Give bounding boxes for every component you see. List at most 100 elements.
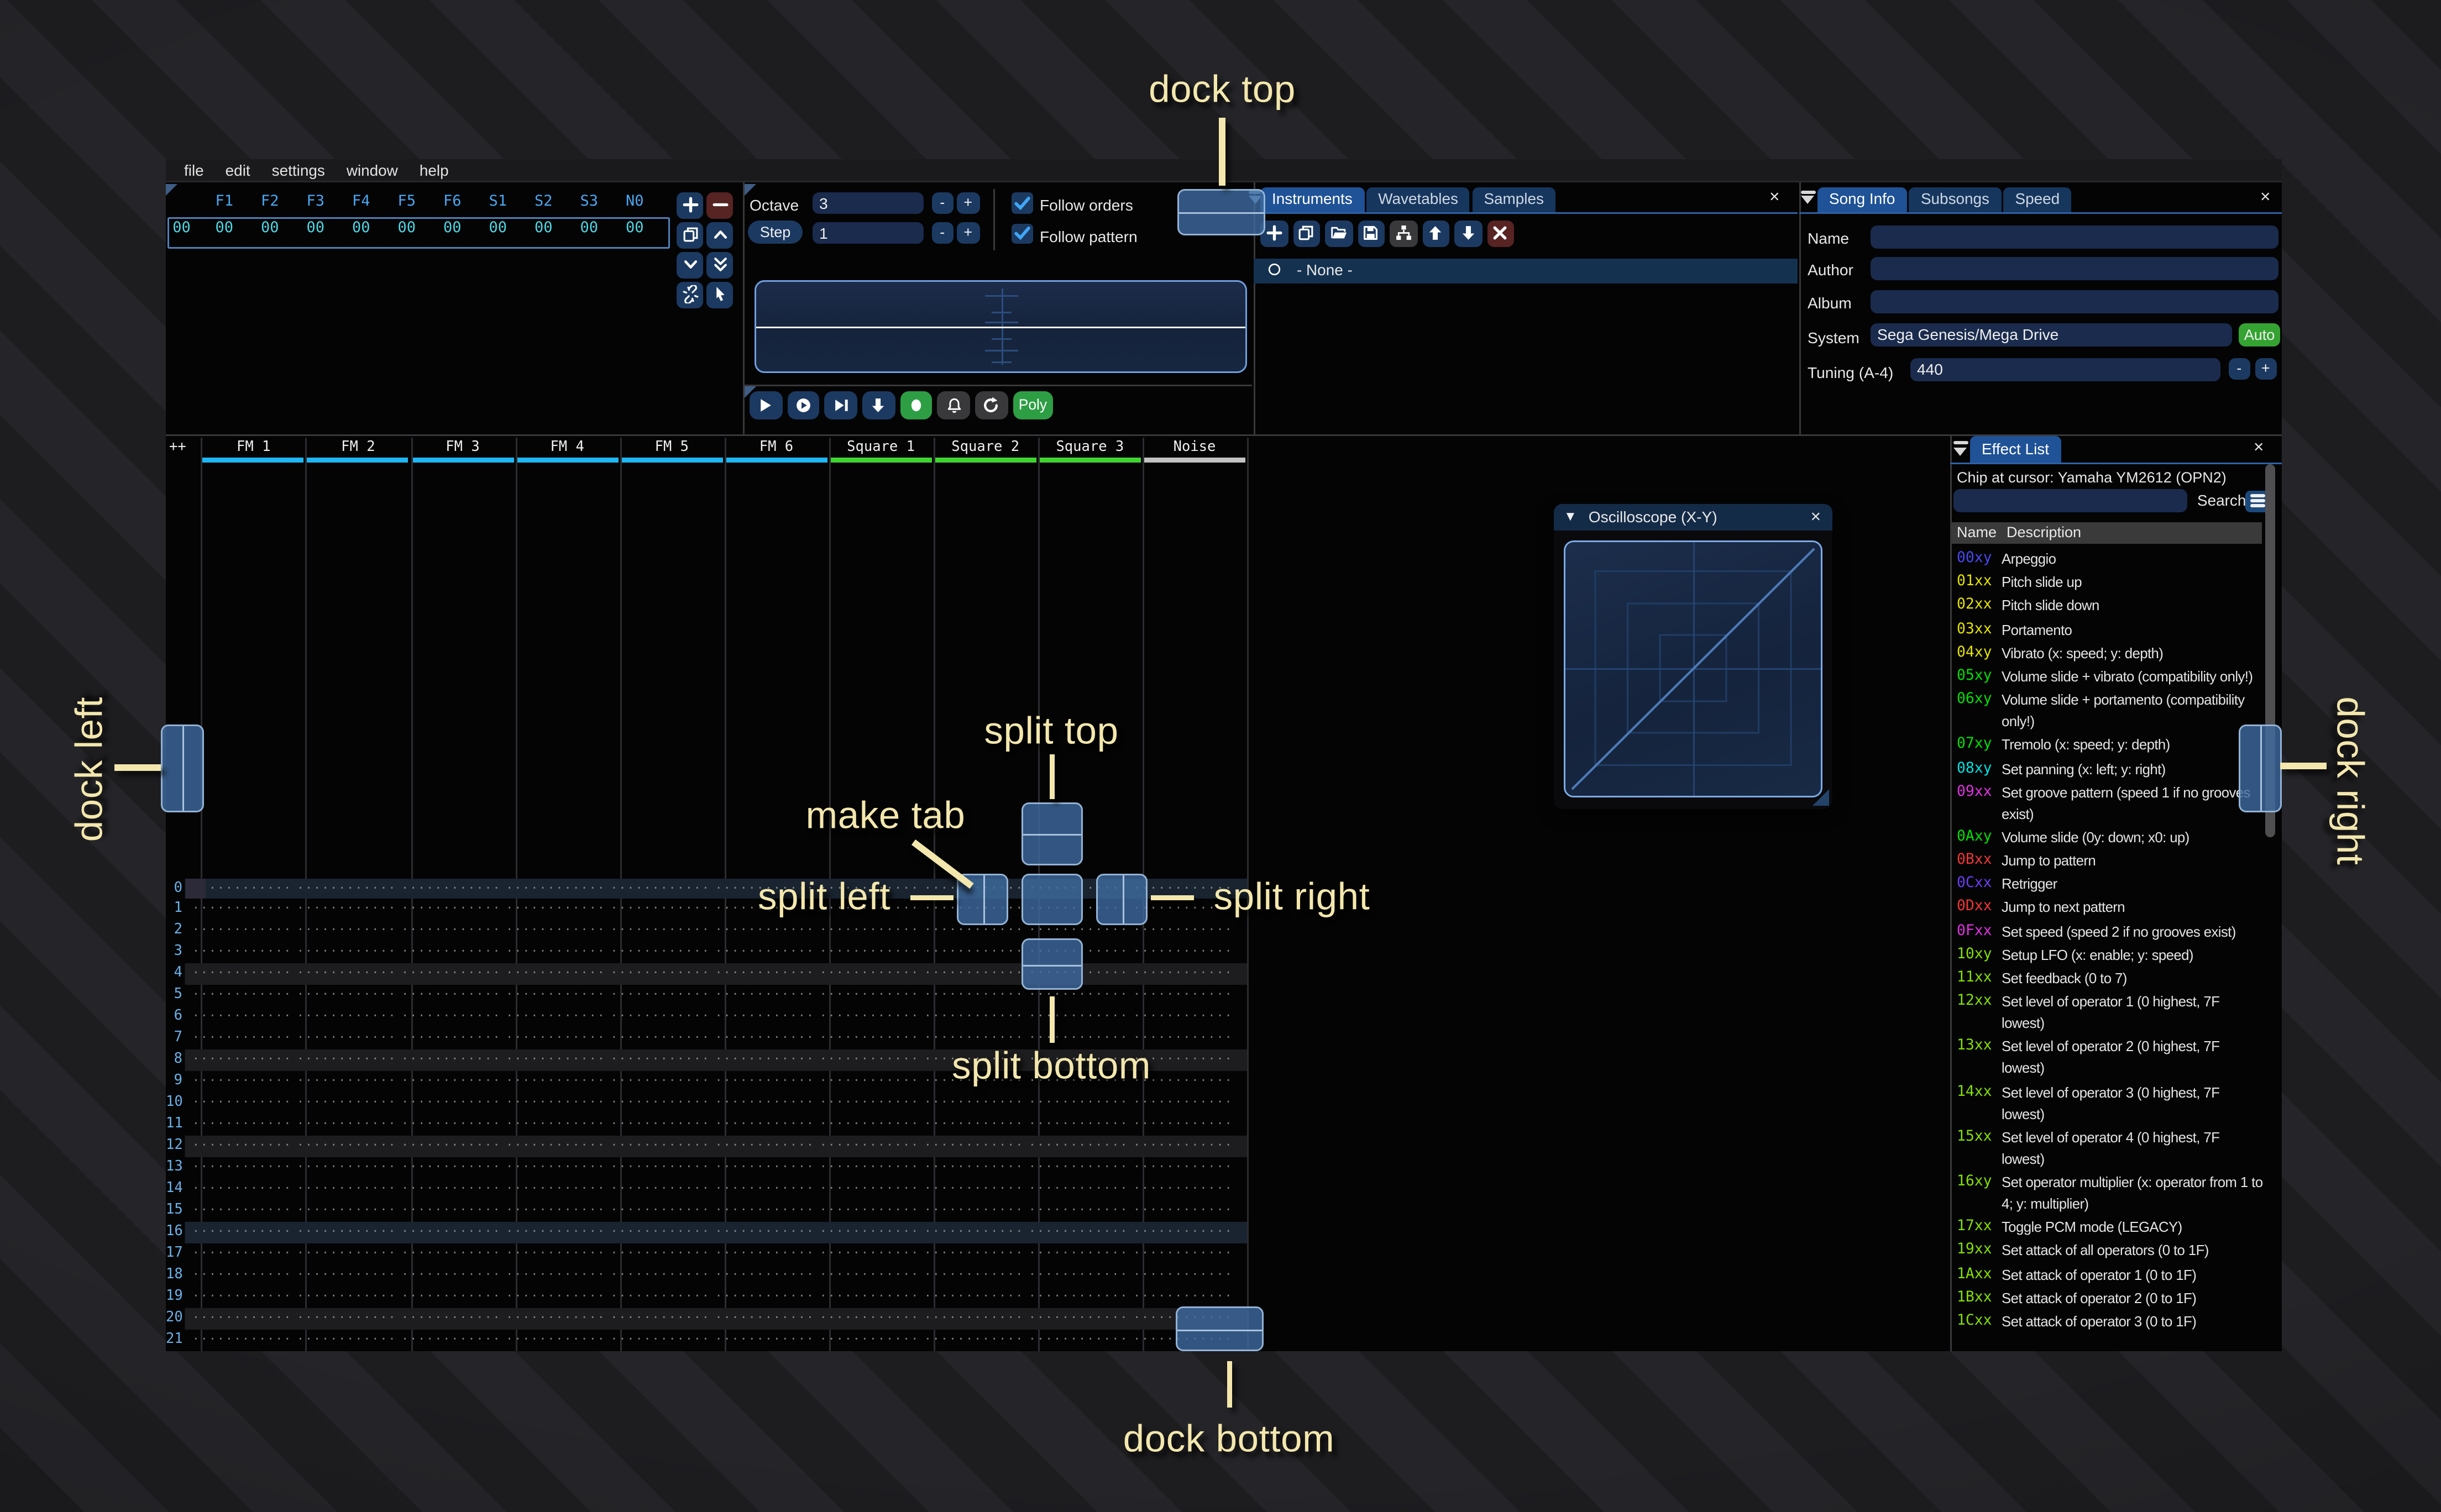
orders-cell[interactable]: 00: [521, 221, 567, 242]
pattern-cell[interactable]: ·············: [1022, 1114, 1126, 1136]
pattern-cell[interactable]: ·············: [1022, 1157, 1126, 1179]
save-instrument-button[interactable]: [1357, 219, 1385, 247]
pattern-cell[interactable]: ·············: [603, 985, 708, 1007]
menu-item-edit[interactable]: edit: [226, 162, 250, 179]
step-decrement-button[interactable]: -: [931, 221, 954, 244]
effect-table-header[interactable]: Name Description: [1952, 522, 2262, 543]
pattern-cell[interactable]: ·············: [1022, 1179, 1126, 1200]
pattern-cell[interactable]: ·············: [290, 921, 394, 942]
pattern-cell[interactable]: ·············: [708, 1243, 813, 1265]
order-change-mode-button[interactable]: [677, 281, 703, 308]
pattern-cell[interactable]: ·············: [916, 1330, 1022, 1351]
pattern-cell[interactable]: ·············: [290, 1265, 394, 1287]
channel-header-fm-6[interactable]: FM 6: [724, 437, 829, 462]
dock-left-target[interactable]: [161, 725, 204, 812]
pattern-cell[interactable]: ·············: [394, 1243, 499, 1265]
add-order-button[interactable]: [677, 191, 703, 218]
pattern-cell[interactable]: ·············: [499, 899, 603, 921]
author-input[interactable]: [1871, 257, 2278, 280]
channel-header-noise[interactable]: Noise: [1142, 437, 1246, 462]
pattern-cell[interactable]: ·············: [185, 1028, 290, 1050]
pattern-cell[interactable]: ·············: [185, 1157, 290, 1179]
pattern-cell[interactable]: ·············: [603, 1072, 708, 1093]
pattern-cell[interactable]: ·············: [499, 1028, 603, 1050]
name-input[interactable]: [1871, 224, 2278, 248]
step-input[interactable]: 1: [813, 221, 924, 244]
pattern-cell[interactable]: ·············: [812, 1287, 917, 1308]
pattern-cell[interactable]: ·············: [916, 1243, 1022, 1265]
tab-speed[interactable]: Speed: [2003, 186, 2072, 212]
pattern-cell[interactable]: ·············: [185, 1265, 290, 1287]
pattern-cell[interactable]: ·············: [394, 1050, 499, 1072]
system-auto-button[interactable]: Auto: [2239, 322, 2280, 346]
pattern-cell[interactable]: ·············: [290, 1308, 394, 1330]
pattern-cell[interactable]: ·············: [394, 1093, 499, 1115]
pattern-cell[interactable]: ·············: [185, 899, 290, 921]
pattern-cell[interactable]: ·············: [708, 1200, 813, 1222]
pattern-cell[interactable]: ·············: [499, 1330, 603, 1351]
pattern-cell[interactable]: ·············: [603, 1265, 708, 1287]
pattern-cell[interactable]: ·············: [916, 1093, 1022, 1115]
pattern-cell[interactable]: ·············: [708, 1265, 813, 1287]
pattern-row[interactable]: 10 ··········· ··········· ··········· ·····…: [166, 1093, 1247, 1115]
make-tab-target[interactable]: [1022, 874, 1083, 925]
pattern-cell[interactable]: ·············: [394, 1157, 499, 1179]
instrument-folders-button[interactable]: [1390, 219, 1417, 247]
pattern-cell[interactable]: ·············: [916, 964, 1022, 985]
tab-effect-list[interactable]: Effect List: [1970, 436, 2061, 462]
duplicate-instrument-button[interactable]: [1292, 219, 1320, 247]
pattern-row[interactable]: 3 ··········· ··········· ··········· ······…: [166, 942, 1247, 964]
pattern-cell[interactable]: ·············: [603, 1243, 708, 1265]
octave-increment-button[interactable]: +: [957, 191, 979, 214]
orders-cell[interactable]: 00: [567, 221, 612, 242]
pattern-cell[interactable]: ·············: [603, 1287, 708, 1308]
pattern-cell[interactable]: ·············: [394, 1330, 499, 1351]
pattern-cell[interactable]: ·············: [290, 1072, 394, 1093]
pattern-cell[interactable]: ·············: [603, 878, 708, 900]
pattern-cell[interactable]: ·············: [812, 1093, 917, 1115]
split-right-target[interactable]: [1096, 874, 1148, 925]
pattern-cell[interactable]: ·············: [394, 1028, 499, 1050]
pattern-cell[interactable]: ·············: [290, 985, 394, 1007]
pattern-cell[interactable]: ·············: [185, 1050, 290, 1072]
pattern-cell[interactable]: ·············: [812, 1050, 917, 1072]
pattern-cell[interactable]: ·············: [603, 1330, 708, 1351]
pattern-cell[interactable]: ·············: [812, 1200, 917, 1222]
pattern-cell[interactable]: ·············: [812, 1136, 917, 1157]
pattern-cell[interactable]: ·············: [916, 1179, 1022, 1200]
edit-record-button[interactable]: [900, 390, 933, 419]
pattern-cell[interactable]: ·············: [499, 878, 603, 900]
pattern-row[interactable]: 17 ··········· ··········· ··········· ·····…: [166, 1243, 1247, 1265]
move-instrument-up-button[interactable]: [1422, 219, 1449, 247]
pattern-row[interactable]: 15 ··········· ··········· ··········· ·····…: [166, 1200, 1247, 1222]
pattern-cell[interactable]: ·············: [394, 878, 499, 900]
play-button[interactable]: [750, 390, 782, 419]
channel-header-fm-2[interactable]: FM 2: [306, 437, 410, 462]
pattern-row[interactable]: 2 ··········· ··········· ··········· ······…: [166, 921, 1247, 942]
pattern-cell[interactable]: ·············: [394, 1136, 499, 1157]
pattern-cell[interactable]: ·············: [1126, 1114, 1230, 1136]
pattern-cell[interactable]: ·············: [916, 1222, 1022, 1243]
duplicate-order-button[interactable]: [677, 221, 703, 248]
duplicate-order-end-button[interactable]: [706, 251, 733, 278]
pattern-cell[interactable]: ·············: [185, 1093, 290, 1115]
pattern-cell[interactable]: ·············: [1126, 1179, 1230, 1200]
pattern-row[interactable]: 1 ··········· ··········· ··········· ······…: [166, 899, 1247, 921]
tab-wavetables[interactable]: Wavetables: [1366, 186, 1470, 212]
pattern-cell[interactable]: ·············: [290, 1287, 394, 1308]
orders-cell[interactable]: 00: [475, 221, 521, 242]
pattern-cell[interactable]: ·············: [394, 1222, 499, 1243]
move-instrument-down-button[interactable]: [1454, 219, 1482, 247]
pattern-cell[interactable]: ·············: [499, 964, 603, 985]
pattern-cell[interactable]: ·············: [708, 1050, 813, 1072]
pattern-cell[interactable]: ·············: [1022, 1308, 1126, 1330]
instrument-list-item[interactable]: - None -: [1254, 258, 1798, 283]
pattern-cell[interactable]: ·············: [499, 1093, 603, 1115]
pattern-cell[interactable]: ·············: [290, 1179, 394, 1200]
pattern-cell[interactable]: ·············: [916, 1287, 1022, 1308]
orders-row-index[interactable]: 00: [166, 221, 197, 237]
tab-samples[interactable]: Samples: [1472, 186, 1555, 212]
pattern-row[interactable]: 4 ··········· ··········· ··········· ······…: [166, 964, 1247, 986]
pattern-cell[interactable]: ·············: [394, 1072, 499, 1093]
pattern-cell[interactable]: ·············: [603, 921, 708, 942]
